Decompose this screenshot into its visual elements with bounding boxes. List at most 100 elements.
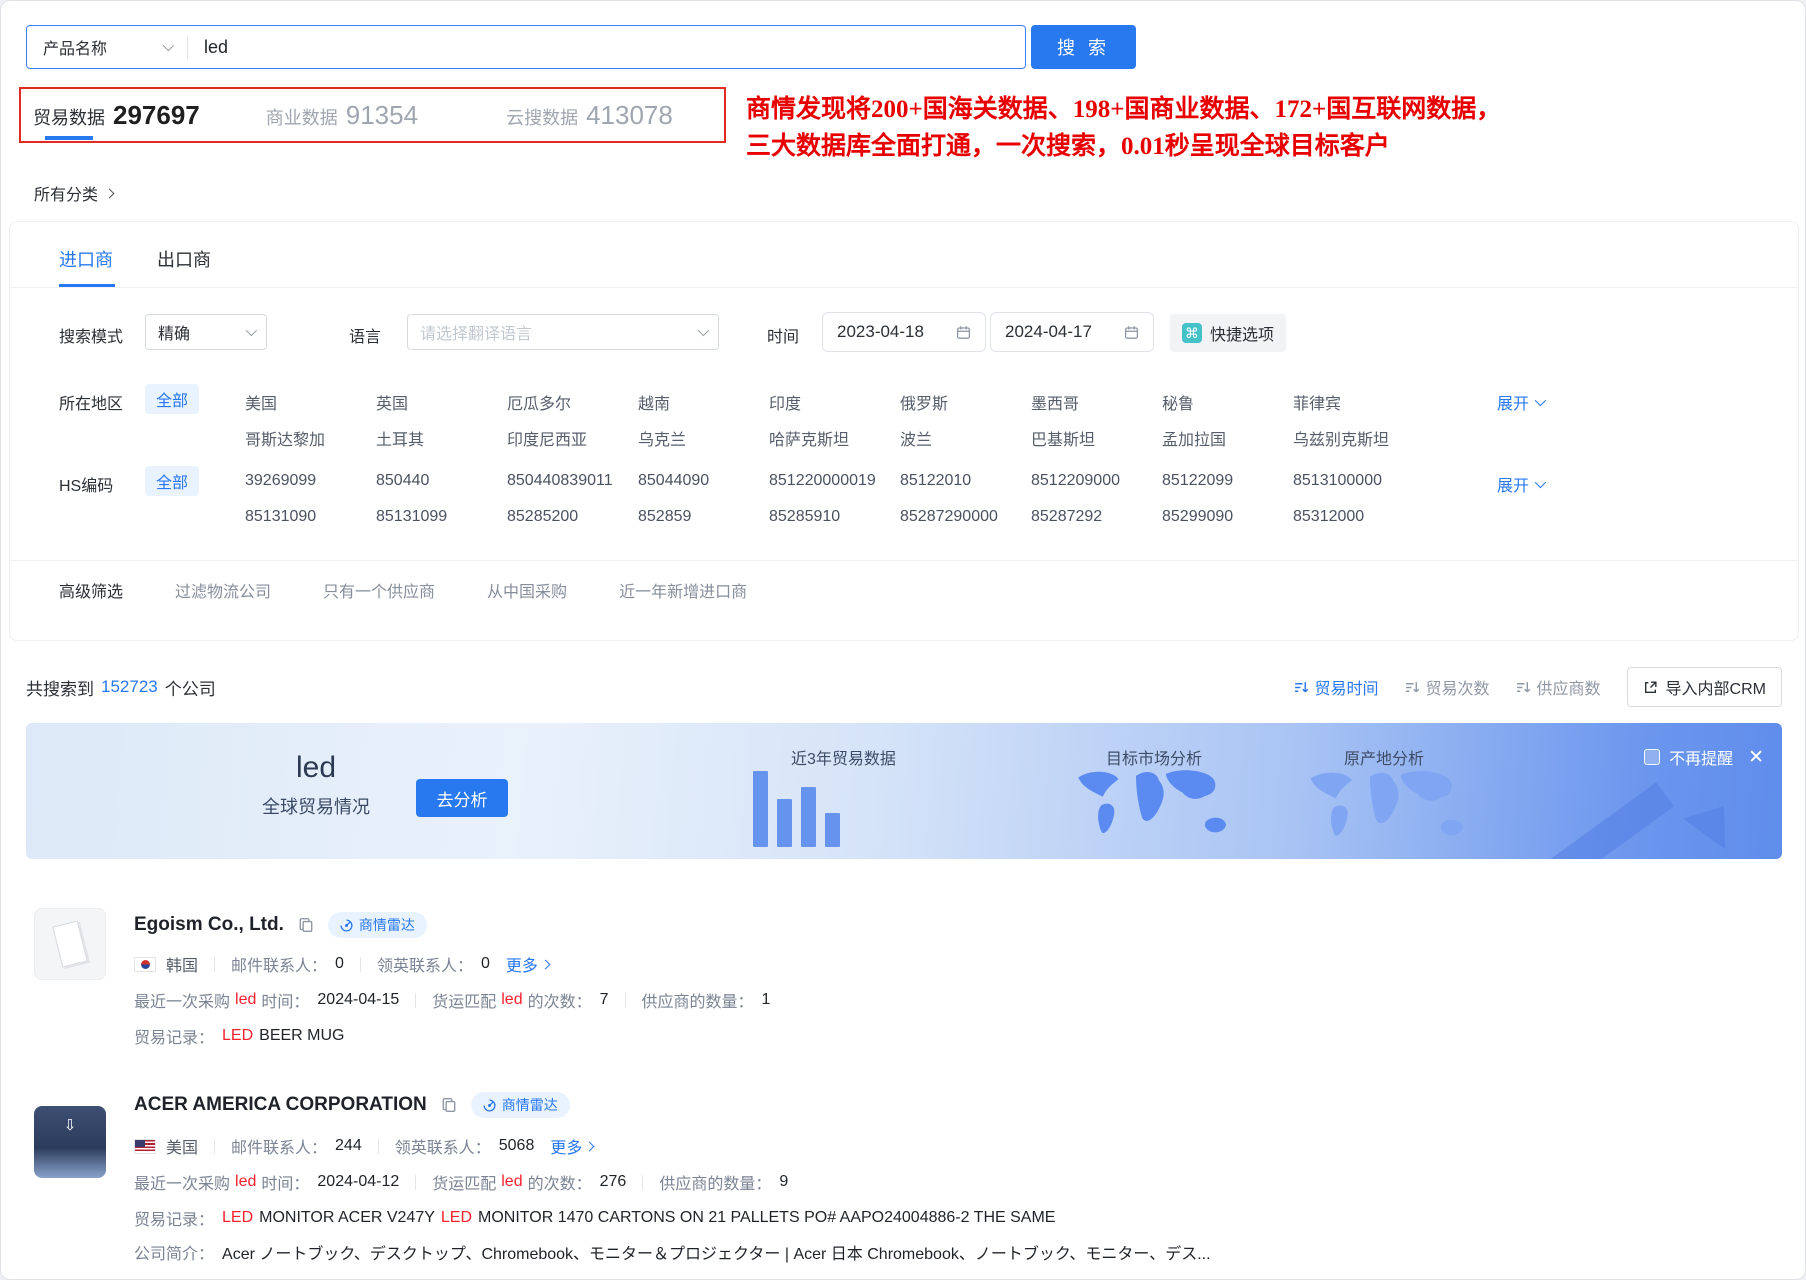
hs-code-option[interactable]: 85122099 bbox=[1162, 472, 1293, 508]
new-importer-link[interactable]: 近一年新增进口商 bbox=[619, 578, 747, 602]
tab-importer[interactable]: 进口商 bbox=[59, 246, 113, 272]
more-link[interactable]: 更多 bbox=[550, 1134, 593, 1158]
region-expand-link[interactable]: 展开 bbox=[1497, 390, 1543, 414]
supplier-count-label: 供应商的数量： bbox=[659, 1170, 771, 1194]
region-option[interactable]: 波兰 bbox=[900, 426, 1031, 462]
advanced-filter-link[interactable]: 高级筛选 bbox=[59, 578, 123, 602]
region-option[interactable]: 乌兹别克斯坦 bbox=[1293, 426, 1424, 462]
search-mode-select[interactable]: 精确 bbox=[145, 314, 267, 350]
language-select[interactable]: 请选择翻译语言 bbox=[407, 314, 719, 350]
tab-trade-data[interactable]: 贸易数据 297697 bbox=[33, 100, 200, 131]
region-all-pill[interactable]: 全部 bbox=[145, 384, 199, 414]
region-option[interactable]: 秘鲁 bbox=[1162, 390, 1293, 426]
search-button[interactable]: 搜 索 bbox=[1031, 25, 1136, 69]
chevron-right-icon bbox=[540, 959, 550, 969]
hs-code-option[interactable]: 39269099 bbox=[245, 472, 376, 508]
region-option[interactable]: 美国 bbox=[245, 390, 376, 426]
radar-badge[interactable]: 商情雷达 bbox=[328, 912, 427, 938]
decorative-arrow bbox=[1470, 782, 1674, 859]
region-option[interactable]: 俄罗斯 bbox=[900, 390, 1031, 426]
close-icon[interactable]: ✕ bbox=[1748, 748, 1764, 767]
company-name[interactable]: ACER AMERICA CORPORATION bbox=[134, 1094, 427, 1116]
region-option[interactable]: 越南 bbox=[638, 390, 769, 426]
linkedin-contacts-count: 5068 bbox=[499, 1137, 535, 1155]
region-option[interactable]: 哥斯达黎加 bbox=[245, 426, 376, 462]
hs-code-option[interactable]: 850440 bbox=[376, 472, 507, 508]
dismiss-checkbox[interactable] bbox=[1644, 749, 1660, 765]
hs-expand-link[interactable]: 展开 bbox=[1497, 472, 1543, 496]
tab-cloud-data[interactable]: 云搜数据 413078 bbox=[506, 100, 673, 131]
end-date-value: 2024-04-17 bbox=[1005, 322, 1092, 342]
start-date-picker[interactable]: 2023-04-18 bbox=[822, 312, 986, 352]
chevron-down-icon bbox=[163, 40, 174, 51]
cloud-data-label: 云搜数据 bbox=[506, 104, 578, 130]
linkedin-contacts-label: 领英联系人： bbox=[377, 952, 473, 976]
hs-code-option[interactable]: 8513100000 bbox=[1293, 472, 1424, 508]
analyze-button[interactable]: 去分析 bbox=[416, 779, 508, 817]
region-option[interactable]: 厄瓜多尔 bbox=[507, 390, 638, 426]
copy-icon[interactable] bbox=[441, 1097, 457, 1113]
region-option[interactable]: 孟加拉国 bbox=[1162, 426, 1293, 462]
hs-code-option[interactable]: 85285910 bbox=[769, 508, 900, 544]
keyword-highlight: LED bbox=[222, 1027, 253, 1045]
region-option[interactable]: 英国 bbox=[376, 390, 507, 426]
region-option[interactable]: 印度 bbox=[769, 390, 900, 426]
email-contacts-count: 244 bbox=[335, 1137, 362, 1155]
region-option[interactable]: 哈萨克斯坦 bbox=[769, 426, 900, 462]
results-prefix: 共搜索到 bbox=[26, 675, 94, 700]
results-suffix: 个公司 bbox=[165, 675, 216, 700]
company-name[interactable]: Egoism Co., Ltd. bbox=[134, 914, 284, 936]
region-option[interactable]: 乌克兰 bbox=[638, 426, 769, 462]
last-purchase-date: 2024-04-12 bbox=[317, 1173, 399, 1191]
company-profile-text: Acer ノートブック、デスクトップ、Chromebook、モニター＆プロジェク… bbox=[222, 1240, 1211, 1264]
annotation-line-1: 商情发现将200+国海关数据、198+国商业数据、172+国互联网数据， bbox=[746, 91, 1576, 128]
company-country: 美国 bbox=[166, 1134, 198, 1158]
hs-code-option[interactable]: 85131090 bbox=[245, 508, 376, 544]
quick-options-button[interactable]: ⌘ 快捷选项 bbox=[1170, 314, 1286, 352]
hs-code-option[interactable]: 8512209000 bbox=[1031, 472, 1162, 508]
mini-bar-chart-icon bbox=[753, 769, 840, 847]
banner-keyword: led bbox=[236, 751, 396, 785]
tab-exporter[interactable]: 出口商 bbox=[157, 246, 211, 272]
hs-code-option[interactable]: 852859 bbox=[638, 508, 769, 544]
hs-code-option[interactable]: 85287290000 bbox=[900, 508, 1031, 544]
end-date-picker[interactable]: 2024-04-17 bbox=[990, 312, 1154, 352]
export-icon bbox=[1643, 680, 1658, 695]
region-option[interactable]: 菲律宾 bbox=[1293, 390, 1424, 426]
buy-from-china-link[interactable]: 从中国采购 bbox=[487, 578, 567, 602]
import-crm-button[interactable]: 导入内部CRM bbox=[1627, 667, 1782, 707]
single-supplier-link[interactable]: 只有一个供应商 bbox=[323, 578, 435, 602]
more-link[interactable]: 更多 bbox=[506, 952, 549, 976]
filter-logistics-link[interactable]: 过滤物流公司 bbox=[175, 578, 271, 602]
tab-business-data[interactable]: 商业数据 91354 bbox=[266, 100, 418, 131]
region-option[interactable]: 印度尼西亚 bbox=[507, 426, 638, 462]
korea-flag-icon bbox=[134, 957, 156, 972]
supplier-count: 1 bbox=[762, 991, 771, 1009]
hs-code-option[interactable]: 85044090 bbox=[638, 472, 769, 508]
hs-code-option[interactable]: 85312000 bbox=[1293, 508, 1424, 544]
hs-code-option[interactable]: 85287292 bbox=[1031, 508, 1162, 544]
hs-code-option[interactable]: 85131099 bbox=[376, 508, 507, 544]
sort-supplier-count[interactable]: 供应商数 bbox=[1516, 675, 1601, 699]
company-title-row: ACER AMERICA CORPORATION 商情雷达 bbox=[134, 1092, 570, 1118]
breadcrumb[interactable]: 所有分类 bbox=[34, 181, 113, 205]
hs-code-option[interactable]: 85299090 bbox=[1162, 508, 1293, 544]
hs-code-option[interactable]: 85122010 bbox=[900, 472, 1031, 508]
trade-analysis-banner: led 全球贸易情况 去分析 近3年贸易数据 目标市场分析 原产地分析 bbox=[26, 723, 1782, 859]
radar-badge[interactable]: 商情雷达 bbox=[471, 1092, 570, 1118]
region-option[interactable]: 巴基斯坦 bbox=[1031, 426, 1162, 462]
sort-trade-count[interactable]: 贸易次数 bbox=[1405, 675, 1490, 699]
region-option[interactable]: 土耳其 bbox=[376, 426, 507, 462]
hs-all-pill[interactable]: 全部 bbox=[145, 466, 199, 496]
shipment-match-label-suffix: 的次数： bbox=[528, 1170, 592, 1194]
search-input[interactable] bbox=[188, 37, 1025, 58]
hs-code-option[interactable]: 85285200 bbox=[507, 508, 638, 544]
hs-code-option[interactable]: 850440839011 bbox=[507, 472, 638, 508]
search-category-select[interactable]: 产品名称 bbox=[27, 35, 187, 59]
region-option[interactable]: 墨西哥 bbox=[1031, 390, 1162, 426]
sort-trade-time[interactable]: 贸易时间 bbox=[1294, 675, 1379, 699]
copy-icon[interactable] bbox=[298, 917, 314, 933]
hs-code-option[interactable]: 851220000019 bbox=[769, 472, 900, 508]
chevron-right-icon bbox=[105, 188, 115, 198]
banner-chart-title: 近3年贸易数据 bbox=[791, 745, 896, 769]
